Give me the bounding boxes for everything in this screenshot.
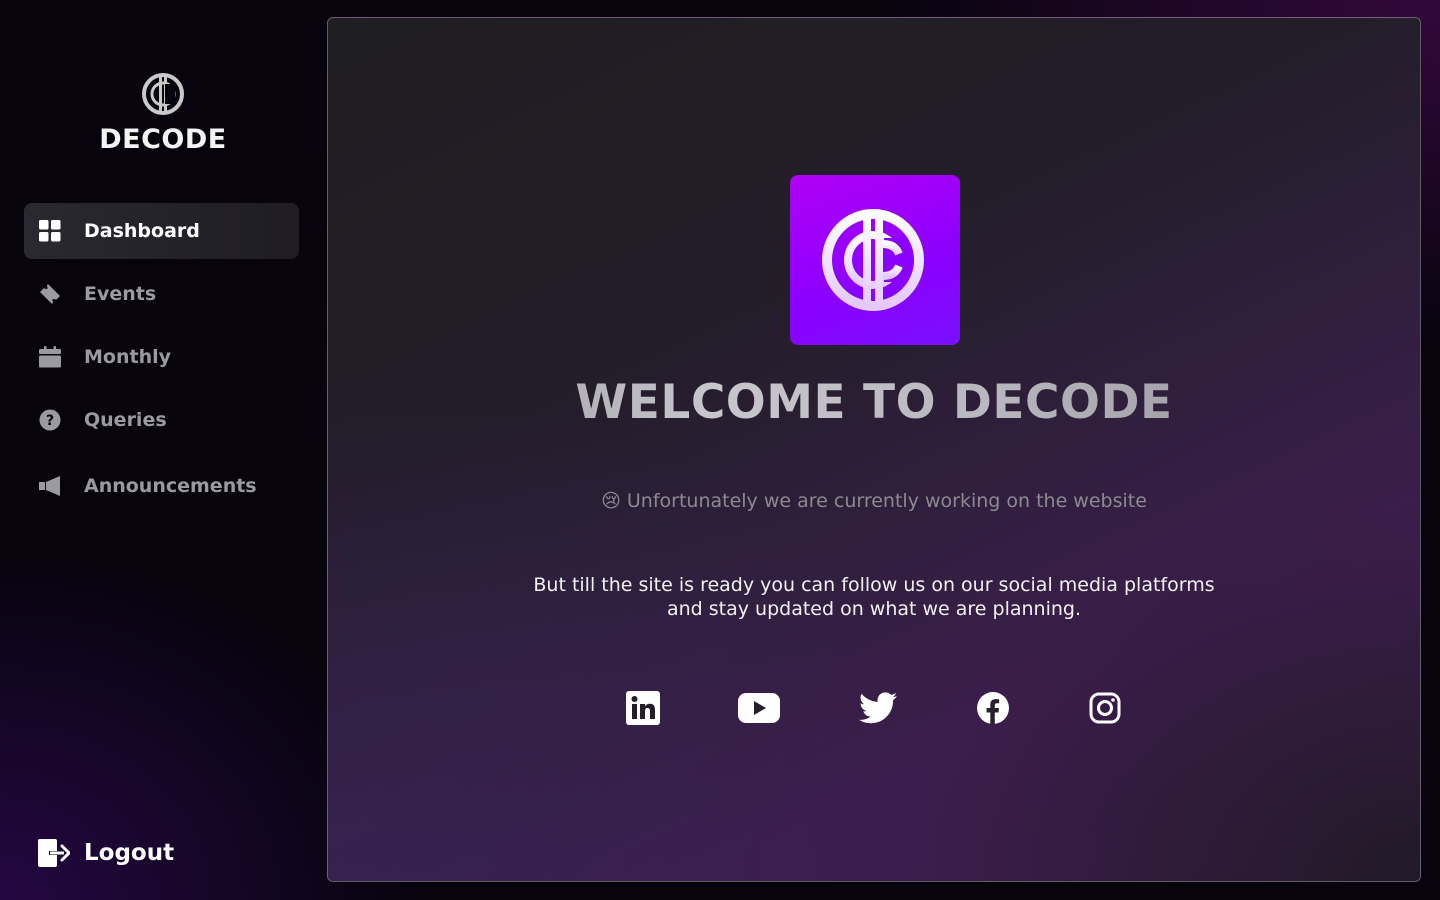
- question-circle-icon: ?: [39, 409, 61, 431]
- decode-logo-icon: [822, 209, 924, 311]
- sidebar-item-label: Queries: [84, 409, 167, 431]
- sidebar-item-monthly[interactable]: Monthly: [24, 329, 299, 385]
- calendar-icon: [39, 346, 61, 368]
- brand-name: DECODE: [99, 124, 227, 155]
- sidebar-item-queries[interactable]: ? Queries: [24, 392, 299, 448]
- sidebar: DECODE Dashboard Events Monthly ? Querie…: [0, 0, 322, 900]
- main-panel: WELCOME TO DECODE 😢 Unfortunately we are …: [327, 17, 1421, 882]
- instagram-link[interactable]: [1089, 688, 1121, 728]
- linkedin-icon: [626, 691, 660, 725]
- brand[interactable]: DECODE: [0, 70, 326, 155]
- sidebar-item-label: Announcements: [84, 475, 257, 497]
- sidebar-item-label: Events: [84, 283, 157, 305]
- sidebar-item-events[interactable]: Events: [24, 266, 299, 322]
- follow-message-line: and stay updated on what we are planning…: [666, 598, 1082, 620]
- facebook-link[interactable]: [977, 688, 1009, 728]
- logout-icon: [38, 839, 70, 867]
- social-links: [328, 688, 1420, 732]
- twitter-icon: [859, 692, 897, 724]
- ticket-icon: [39, 283, 61, 305]
- follow-message-line: But till the site is ready you can follo…: [533, 574, 1215, 596]
- status-text: Unfortunately we are currently working o…: [626, 490, 1147, 512]
- sidebar-item-label: Dashboard: [84, 220, 200, 242]
- logout-button[interactable]: Logout: [38, 832, 174, 874]
- crying-face-icon: 😢: [601, 490, 621, 512]
- sidebar-item-announcements[interactable]: Announcements: [24, 458, 299, 514]
- follow-message: But till the site is ready you can follo…: [328, 573, 1420, 621]
- decode-logo-icon: [142, 73, 184, 115]
- linkedin-link[interactable]: [626, 688, 660, 728]
- sidebar-item-dashboard[interactable]: Dashboard: [24, 203, 299, 259]
- sidebar-item-label: Monthly: [84, 346, 171, 368]
- megaphone-icon: [39, 475, 61, 497]
- sidebar-nav: Dashboard Events Monthly ? Queries Annou…: [24, 203, 299, 514]
- svg-text:?: ?: [46, 413, 54, 429]
- logout-label: Logout: [84, 840, 175, 866]
- youtube-icon: [738, 693, 780, 723]
- status-message: 😢 Unfortunately we are currently working …: [328, 490, 1420, 512]
- youtube-link[interactable]: [738, 688, 780, 728]
- twitter-link[interactable]: [859, 688, 897, 728]
- page-title: WELCOME TO DECODE: [328, 375, 1420, 430]
- decode-app-logo: [790, 175, 960, 345]
- facebook-icon: [977, 692, 1009, 724]
- grid-icon: [39, 220, 61, 242]
- instagram-icon: [1089, 692, 1121, 724]
